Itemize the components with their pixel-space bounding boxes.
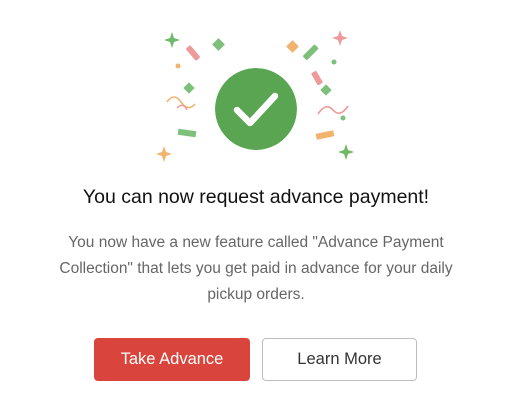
- advance-payment-dialog: You can now request advance payment! You…: [0, 0, 512, 408]
- dialog-description: You now have a new feature called "Advan…: [59, 234, 453, 303]
- learn-more-button[interactable]: Learn More: [262, 338, 417, 381]
- checkmark-icon: [215, 68, 297, 150]
- dialog-title: You can now request advance payment!: [82, 186, 430, 208]
- take-advance-button[interactable]: Take Advance: [94, 338, 250, 381]
